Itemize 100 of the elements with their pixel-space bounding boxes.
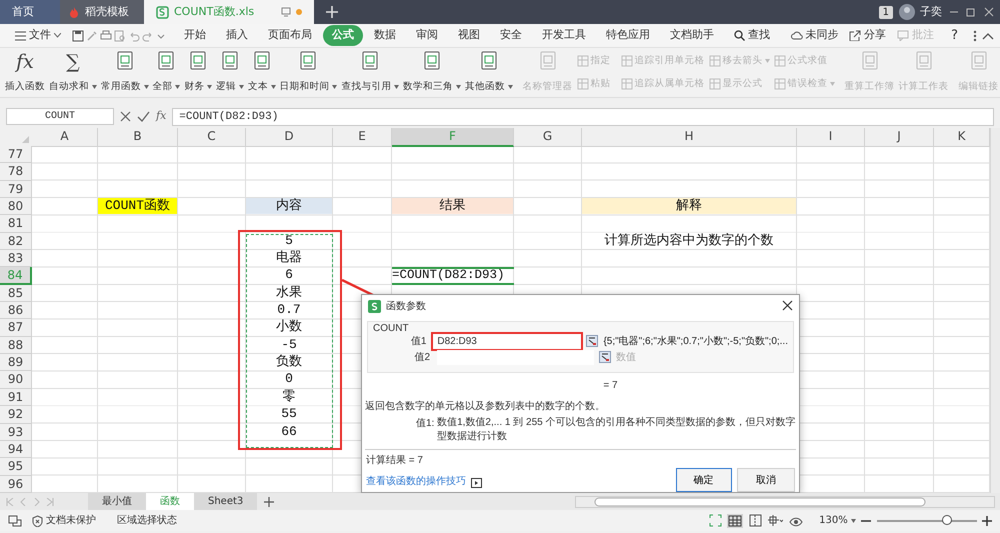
- argument-field[interactable]: D82:D93: [433, 334, 582, 348]
- ribbon-button[interactable]: 日期和时间: [278, 50, 338, 95]
- vertical-scrollbar[interactable]: [990, 128, 1000, 493]
- ribbon-button[interactable]: ∑ 自动求和: [48, 50, 98, 95]
- printer-icon[interactable]: [100, 30, 112, 42]
- ribbon-button[interactable]: 文本: [246, 50, 276, 95]
- ribbon-button[interactable]: 数学和三角: [402, 50, 462, 95]
- column-header[interactable]: K: [934, 128, 990, 147]
- ribbon-button[interactable]: 逻辑: [215, 50, 245, 95]
- restore-icon[interactable]: [965, 6, 977, 18]
- app-tab[interactable]: 稻壳模板: [60, 0, 144, 24]
- horizontal-scrollbar[interactable]: [574, 496, 994, 508]
- search-button[interactable]: 查找: [725, 25, 779, 46]
- document-icon: [157, 51, 176, 71]
- menu-tab[interactable]: 开发工具: [533, 25, 595, 46]
- name-box[interactable]: COUNT: [6, 108, 114, 125]
- zoom-level[interactable]: 130%: [819, 513, 848, 528]
- app-tab[interactable]: 首页: [0, 0, 60, 24]
- row-header[interactable]: 91: [0, 388, 32, 406]
- save-icon[interactable]: [72, 30, 84, 42]
- page-break-icon[interactable]: [748, 514, 762, 527]
- zoom-slider[interactable]: [942, 514, 952, 524]
- column-header[interactable]: B: [98, 128, 178, 147]
- more-icon[interactable]: [972, 30, 976, 42]
- menu-button[interactable]: 分享: [846, 25, 889, 46]
- row-header[interactable]: 79: [0, 180, 32, 198]
- ribbon-button[interactable]: 查找与引用: [340, 50, 400, 95]
- close-icon[interactable]: [782, 300, 793, 312]
- column-header[interactable]: I: [797, 128, 865, 147]
- column-header[interactable]: D: [246, 128, 333, 147]
- shield-icon: [32, 514, 43, 526]
- row-header[interactable]: 88: [0, 336, 32, 354]
- layout-icon[interactable]: [8, 514, 22, 526]
- normal-view-icon[interactable]: [727, 514, 744, 528]
- row-header[interactable]: 78: [0, 163, 32, 181]
- active-cell[interactable]: =COUNT(D82:D93): [392, 267, 514, 286]
- row-header[interactable]: 85: [0, 284, 32, 302]
- row-header[interactable]: 96: [0, 476, 32, 493]
- dialog-button[interactable]: 取消: [737, 468, 795, 492]
- reading-mode-icon[interactable]: [767, 514, 784, 527]
- plus-icon[interactable]: [325, 5, 339, 19]
- row-header[interactable]: 77: [0, 146, 32, 164]
- row-header[interactable]: 86: [0, 302, 32, 320]
- document-icon: [361, 51, 380, 71]
- argument-label: 值1: [410, 334, 428, 348]
- range-select-icon[interactable]: [599, 351, 611, 363]
- sheet-tab[interactable]: 最小值: [88, 493, 146, 510]
- row-header[interactable]: 80: [0, 198, 32, 216]
- row-header[interactable]: 87: [0, 319, 32, 337]
- sheet-tab[interactable]: 函数: [146, 493, 194, 510]
- dialog-button[interactable]: 确定: [676, 468, 732, 492]
- column-header[interactable]: E: [333, 128, 392, 147]
- fullscreen-icon[interactable]: [708, 514, 722, 527]
- ribbon-button[interactable]: 全部: [152, 50, 182, 95]
- add-sheet-icon[interactable]: [262, 496, 275, 508]
- collapse-icon[interactable]: [982, 32, 994, 40]
- row-header[interactable]: 94: [0, 440, 32, 458]
- formula-input[interactable]: =COUNT(D82:D93): [172, 108, 994, 126]
- row-header[interactable]: 83: [0, 250, 32, 268]
- menu-tab[interactable]: 页面布局: [259, 25, 321, 46]
- row-header[interactable]: 89: [0, 354, 32, 372]
- ribbon-button[interactable]: 财务: [183, 50, 213, 95]
- video-icon[interactable]: [471, 478, 482, 488]
- ribbon-button[interactable]: fx 插入函数: [4, 50, 46, 95]
- menu-tab[interactable]: 安全: [491, 25, 531, 46]
- check-icon[interactable]: [137, 111, 150, 122]
- range-select-icon[interactable]: [586, 335, 598, 347]
- row-header[interactable]: 95: [0, 458, 32, 476]
- cancel-icon[interactable]: [120, 111, 131, 122]
- ribbon-button[interactable]: 其他函数: [464, 50, 514, 95]
- row-header[interactable]: 93: [0, 424, 32, 441]
- user-name[interactable]: 子奕: [920, 4, 942, 20]
- file-menu[interactable]: 文件: [6, 25, 70, 46]
- menu-tab[interactable]: 特色应用: [597, 25, 659, 46]
- row-header[interactable]: 92: [0, 406, 32, 424]
- argument-field[interactable]: [437, 350, 594, 364]
- row-header[interactable]: 81: [0, 215, 32, 233]
- column-header[interactable]: C: [178, 128, 246, 147]
- column-header[interactable]: A: [32, 128, 98, 147]
- row-header[interactable]: 82: [0, 232, 32, 250]
- menu-tab[interactable]: 审阅: [407, 25, 447, 46]
- column-header[interactable]: J: [865, 128, 934, 147]
- menu-tab[interactable]: 数据: [365, 25, 405, 46]
- column-header[interactable]: G: [514, 128, 582, 147]
- table-cell-text: 66: [280, 424, 298, 440]
- sheet-tab[interactable]: Sheet3: [194, 493, 258, 510]
- zoom-in-icon[interactable]: [982, 516, 992, 526]
- menu-button[interactable]: 未同步: [788, 25, 842, 46]
- grid-icon: [620, 55, 632, 68]
- ribbon-button[interactable]: 常用函数: [100, 50, 150, 95]
- menu-tab[interactable]: 视图: [449, 25, 489, 46]
- help-link[interactable]: 查看该函数的操作技巧: [366, 474, 466, 489]
- row-header[interactable]: 90: [0, 371, 32, 389]
- insert-function-button[interactable]: fx: [156, 108, 166, 125]
- formula-result: = 7: [602, 379, 618, 393]
- column-header[interactable]: H: [582, 128, 797, 147]
- menu-tab[interactable]: 文档助手: [661, 25, 723, 46]
- menu-tab[interactable]: 开始: [175, 25, 215, 46]
- help-button[interactable]: ?: [942, 24, 967, 48]
- menu-tab[interactable]: 插入: [217, 25, 257, 46]
